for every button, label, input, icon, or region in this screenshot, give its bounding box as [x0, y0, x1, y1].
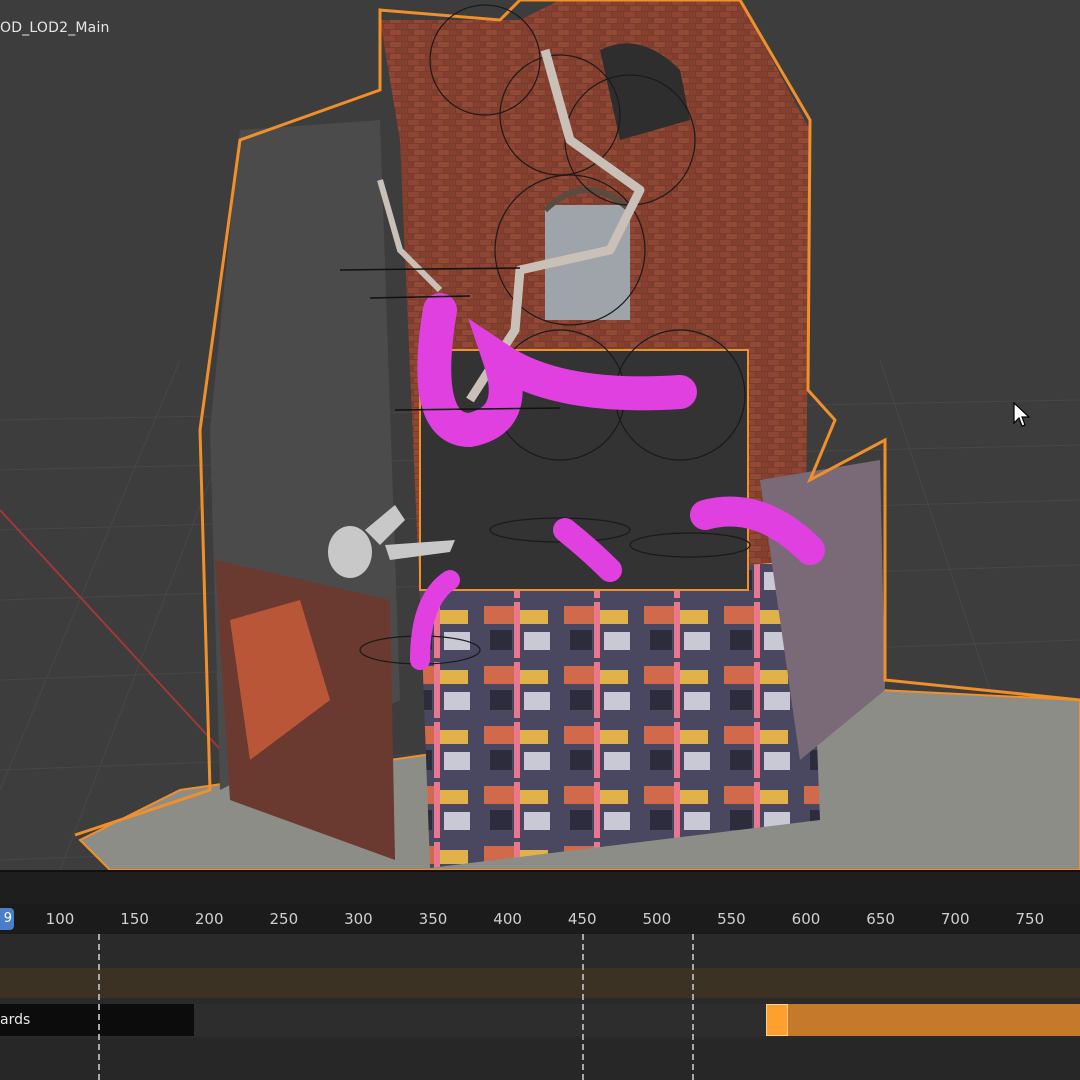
frame-marker — [98, 934, 100, 1080]
blender-window: OD_LOD2_Main 100 150 200 250 300 350 400 450 500… — [0, 0, 1080, 1080]
current-frame-indicator[interactable]: 9 — [0, 908, 14, 930]
frame-tick-label: 350 — [418, 910, 448, 928]
action-strip[interactable] — [786, 1004, 1080, 1036]
frame-tick-label: 650 — [866, 910, 895, 928]
frame-tick-label: 300 — [344, 910, 373, 928]
frame-tick-label: 200 — [194, 910, 224, 928]
x-axis-line — [0, 509, 231, 761]
strip-handle[interactable] — [766, 1004, 788, 1036]
frame-ruler[interactable]: 100 150 200 250 300 350 400 450 500 550 600 650 700 7… — [0, 904, 1080, 934]
track-label[interactable]: ards — [0, 1004, 194, 1036]
timeline-editor[interactable]: 100 150 200 250 300 350 400 450 500 550 600 650 700 7… — [0, 870, 1080, 1080]
frame-tick-label: 250 — [269, 910, 299, 928]
track-row[interactable] — [0, 1038, 1080, 1080]
frame-tick-label: 750 — [1015, 910, 1045, 928]
frame-tick-label: 700 — [940, 910, 970, 928]
frame-tick-label: 100 — [45, 910, 75, 928]
frame-tick-label: 550 — [717, 910, 746, 928]
frame-tick-label: 500 — [642, 910, 672, 928]
summary-track[interactable] — [0, 968, 1080, 998]
active-object-name: OD_LOD2_Main — [0, 20, 110, 36]
front-graffiti-wall — [420, 560, 820, 868]
frame-marker — [582, 934, 584, 1080]
3d-viewport[interactable]: OD_LOD2_Main — [0, 0, 1080, 870]
timeline-header — [0, 870, 1080, 906]
frame-tick-label: 450 — [567, 910, 597, 928]
viewport-scene — [0, 0, 1080, 870]
frame-marker — [692, 934, 694, 1080]
frame-tick-label: 150 — [120, 910, 149, 928]
frame-tick-label: 600 — [791, 910, 821, 928]
frame-tick-label: 400 — [493, 910, 522, 928]
